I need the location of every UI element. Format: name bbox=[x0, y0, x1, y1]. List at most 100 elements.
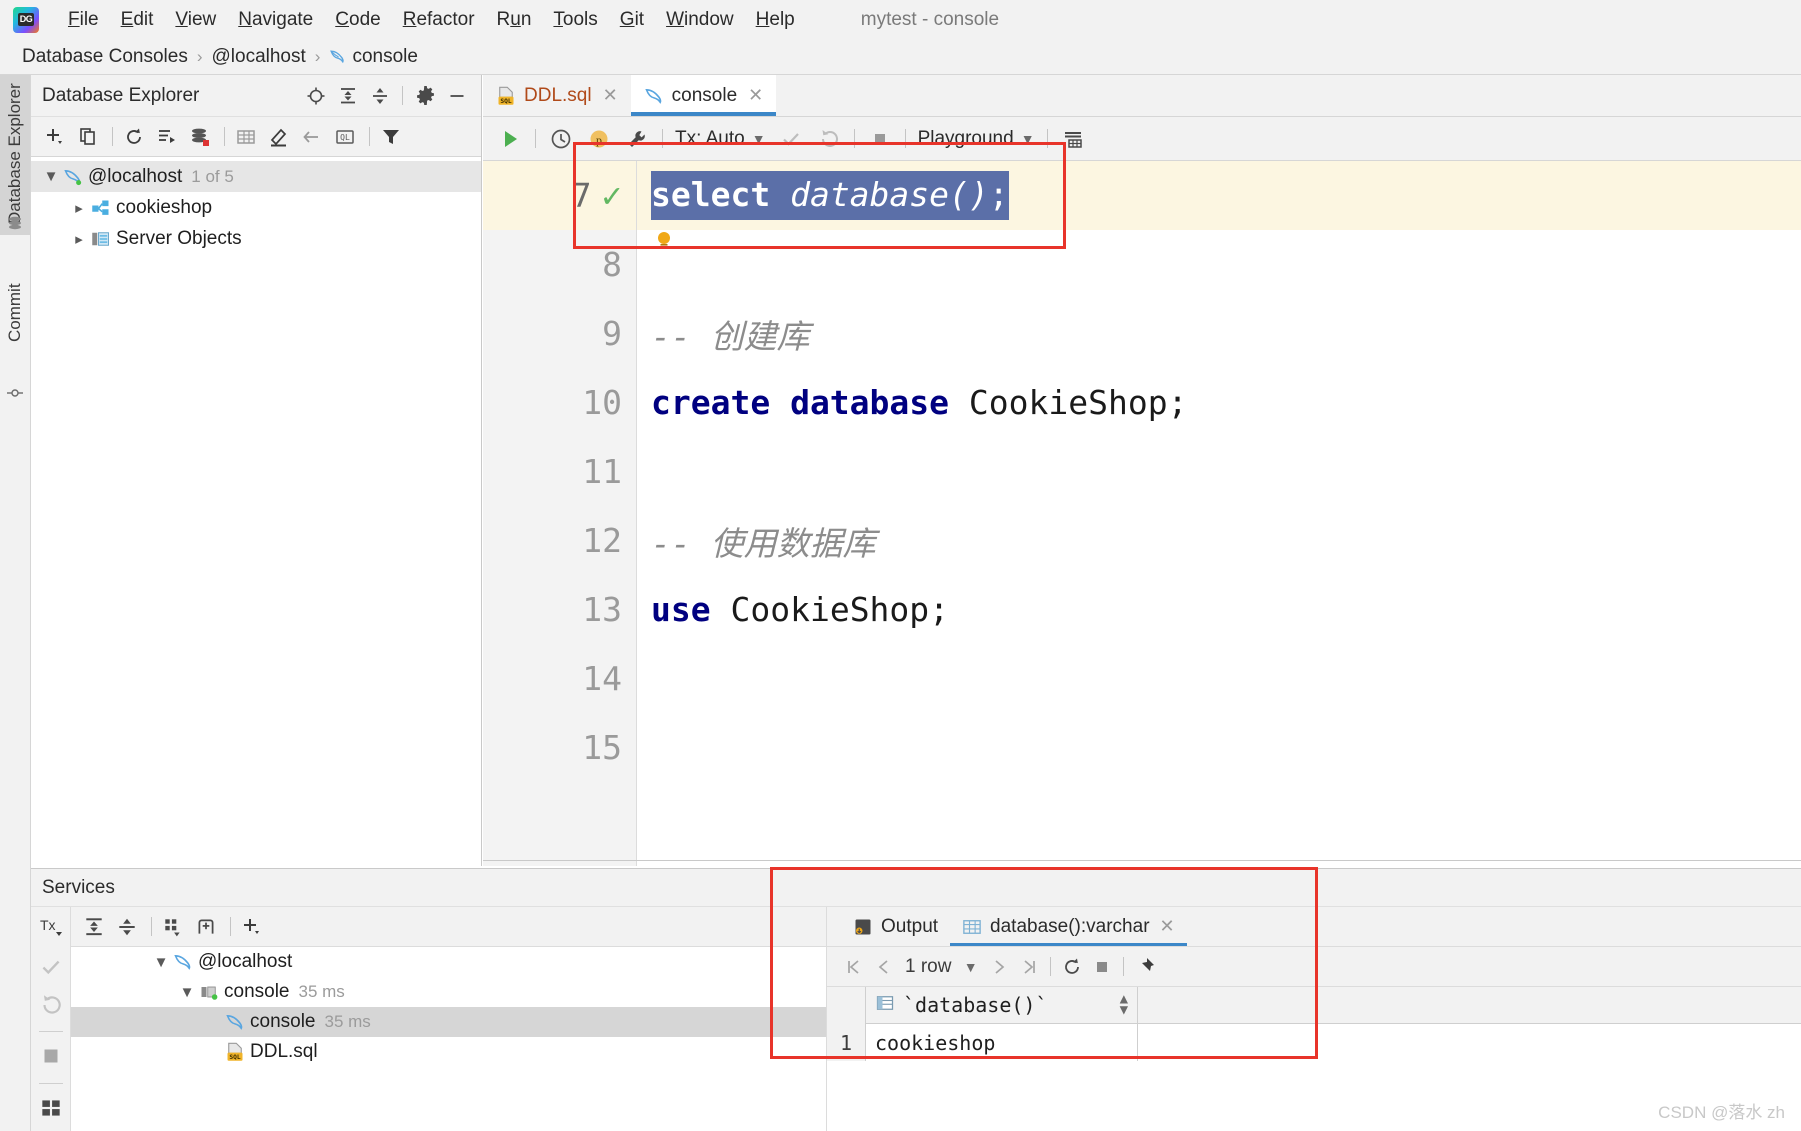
pin-icon[interactable] bbox=[1130, 952, 1160, 982]
rail-item-database-explorer[interactable]: Database Explorer bbox=[0, 75, 30, 235]
app-window: DG File Edit View Navigate Code Refactor… bbox=[0, 0, 1801, 1131]
result-column-header-database[interactable]: `database()` ▲ ▼ bbox=[866, 986, 1138, 1024]
add-icon[interactable] bbox=[40, 122, 70, 152]
editor-tab-console[interactable]: console ✕ bbox=[630, 75, 777, 116]
edit-icon[interactable] bbox=[264, 122, 294, 152]
next-page-icon[interactable] bbox=[984, 952, 1014, 982]
lightbulb-icon[interactable] bbox=[653, 221, 675, 249]
chevron-down-icon[interactable]: ▼ bbox=[149, 954, 173, 971]
menu-item-file[interactable]: File bbox=[57, 0, 110, 39]
commit-check-icon[interactable] bbox=[35, 951, 67, 981]
sync-tables-icon[interactable] bbox=[152, 122, 182, 152]
expand-all-icon[interactable] bbox=[335, 83, 361, 109]
rail-item-commit[interactable]: Commit bbox=[0, 275, 30, 380]
menu-item-code[interactable]: Code bbox=[324, 0, 391, 39]
code-line-8[interactable] bbox=[637, 230, 1801, 299]
query-console-icon[interactable]: QL bbox=[330, 122, 360, 152]
tree-item-cookieshop[interactable]: ▸ cookieshop bbox=[31, 192, 481, 223]
breadcrumb-item-console[interactable]: console bbox=[329, 46, 418, 68]
collapse-all-icon[interactable] bbox=[367, 83, 393, 109]
chevron-right-icon[interactable]: ▸ bbox=[67, 230, 91, 248]
last-page-icon[interactable] bbox=[1014, 952, 1044, 982]
services-item-console-session[interactable]: ▼ console 35 ms bbox=[71, 977, 826, 1007]
services-item-localhost[interactable]: ▼ @localhost bbox=[71, 947, 826, 977]
stop-icon[interactable] bbox=[1087, 952, 1117, 982]
chevron-down-icon[interactable]: ▼ bbox=[39, 168, 63, 185]
chevron-right-icon[interactable]: ▸ bbox=[67, 199, 91, 217]
parameters-icon[interactable]: p bbox=[582, 122, 616, 156]
first-page-icon[interactable] bbox=[839, 952, 869, 982]
gear-icon[interactable] bbox=[412, 83, 438, 109]
services-label-console-session: console bbox=[224, 981, 290, 1002]
database-tree: ▼ @localhost 1 of 5 ▸ cookieshop ▸ Serve… bbox=[31, 157, 481, 254]
code-text-area[interactable]: select database(); -- 创建库 create databas… bbox=[637, 161, 1801, 866]
editor-area: SQL DDL.sql ✕ console ✕ p Tx: Auto ▼ Pla… bbox=[483, 75, 1801, 866]
close-icon[interactable]: ✕ bbox=[748, 85, 763, 106]
chevron-down-icon[interactable]: ▼ bbox=[175, 984, 199, 1001]
menu-item-refactor[interactable]: Refactor bbox=[392, 0, 486, 39]
add-frame-icon[interactable] bbox=[191, 912, 221, 942]
code-line-11[interactable] bbox=[637, 437, 1801, 506]
code-line-13[interactable]: use CookieShop; bbox=[637, 575, 1801, 644]
result-grid-row-1[interactable]: 1 cookieshop bbox=[827, 1024, 1801, 1061]
services-item-console-run[interactable]: console 35 ms bbox=[71, 1007, 826, 1037]
tree-item-server-objects[interactable]: ▸ Server Objects bbox=[31, 223, 481, 254]
code-line-9[interactable]: -- 创建库 bbox=[637, 299, 1801, 368]
jump-to-icon[interactable] bbox=[297, 122, 327, 152]
group-icon[interactable] bbox=[158, 912, 188, 942]
output-options-icon[interactable] bbox=[1056, 122, 1090, 156]
commit-check-icon[interactable] bbox=[774, 122, 808, 156]
tx-icon[interactable]: Tx bbox=[35, 913, 67, 943]
filter-icon[interactable] bbox=[376, 122, 406, 152]
tx-mode-selector[interactable]: Tx: Auto ▼ bbox=[669, 128, 772, 150]
menu-item-edit[interactable]: Edit bbox=[110, 0, 165, 39]
add-icon[interactable] bbox=[237, 912, 267, 942]
history-icon[interactable] bbox=[544, 122, 578, 156]
result-cell-database[interactable]: cookieshop bbox=[866, 1024, 1138, 1061]
code-line-15[interactable] bbox=[637, 713, 1801, 782]
editor-tab-ddl-sql[interactable]: SQL DDL.sql ✕ bbox=[483, 75, 631, 116]
selected-statement[interactable]: select database(); bbox=[651, 171, 1009, 220]
locate-icon[interactable] bbox=[303, 83, 329, 109]
refresh-icon[interactable] bbox=[1057, 952, 1087, 982]
result-tab-output[interactable]: Output bbox=[841, 907, 950, 946]
stop-icon[interactable] bbox=[35, 1041, 67, 1071]
breadcrumb-item-localhost[interactable]: @localhost bbox=[212, 46, 306, 68]
stop-icon[interactable] bbox=[863, 122, 897, 156]
menu-item-navigate[interactable]: Navigate bbox=[227, 0, 324, 39]
expand-all-icon[interactable] bbox=[79, 912, 109, 942]
menu-item-view[interactable]: View bbox=[164, 0, 227, 39]
sort-icon[interactable]: ▲ ▼ bbox=[1120, 992, 1128, 1017]
menu-item-tools[interactable]: Tools bbox=[542, 0, 608, 39]
code-editor[interactable]: 7 ✓ 8 9 10 11 12 13 14 15 select databas… bbox=[483, 161, 1801, 866]
breadcrumb-item-consoles[interactable]: Database Consoles bbox=[22, 46, 188, 68]
wrench-icon[interactable] bbox=[620, 122, 654, 156]
code-line-12[interactable]: -- 使用数据库 bbox=[637, 506, 1801, 575]
code-line-10[interactable]: create database CookieShop; bbox=[637, 368, 1801, 437]
rollback-icon[interactable] bbox=[812, 122, 846, 156]
schema-selector[interactable]: Playground ▼ bbox=[912, 128, 1041, 150]
prev-page-icon[interactable] bbox=[869, 952, 899, 982]
menu-item-run[interactable]: Run bbox=[486, 0, 543, 39]
grid-icon[interactable] bbox=[35, 1093, 67, 1123]
row-count-selector[interactable]: 1 row ▼ bbox=[899, 956, 984, 978]
data-source-icon[interactable] bbox=[185, 122, 215, 152]
close-icon[interactable]: ✕ bbox=[1160, 916, 1175, 937]
tree-item-localhost[interactable]: ▼ @localhost 1 of 5 bbox=[31, 161, 481, 192]
rail-divider bbox=[38, 1082, 63, 1084]
menu-item-git[interactable]: Git bbox=[609, 0, 655, 39]
menu-item-window[interactable]: Window bbox=[655, 0, 745, 39]
minimize-icon[interactable] bbox=[444, 83, 470, 109]
refresh-icon[interactable] bbox=[119, 122, 149, 152]
result-tab-database-varchar[interactable]: database():varchar ✕ bbox=[950, 907, 1187, 946]
run-icon[interactable] bbox=[493, 122, 527, 156]
table-icon[interactable] bbox=[231, 122, 261, 152]
rollback-icon[interactable] bbox=[35, 990, 67, 1020]
copy-icon[interactable] bbox=[73, 122, 103, 152]
close-icon[interactable]: ✕ bbox=[603, 85, 618, 106]
code-line-7[interactable]: select database(); bbox=[637, 161, 1801, 230]
collapse-all-icon[interactable] bbox=[112, 912, 142, 942]
services-item-ddl-sql[interactable]: SQL DDL.sql bbox=[71, 1037, 826, 1067]
code-line-14[interactable] bbox=[637, 644, 1801, 713]
menu-item-help[interactable]: Help bbox=[745, 0, 806, 39]
